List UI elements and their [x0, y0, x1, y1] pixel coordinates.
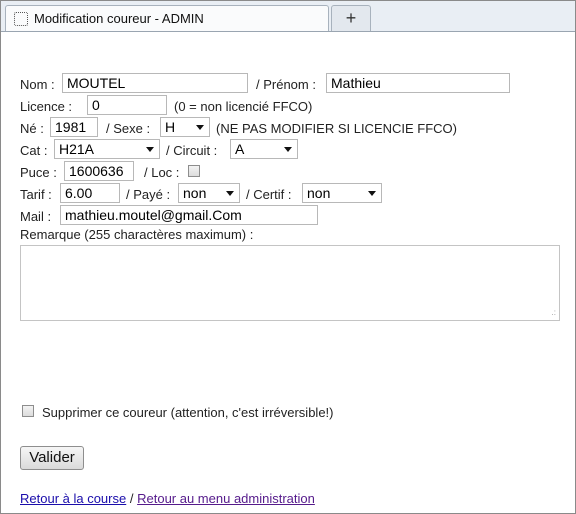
tab-bar: Modification coureur - ADMIN + — [1, 1, 575, 32]
link-separator: / — [129, 491, 134, 506]
row-licence: Licence : (0 = non licencié FFCO) — [20, 95, 560, 117]
loc-label: / Loc : — [144, 165, 180, 180]
paye-select[interactable]: non — [178, 183, 240, 203]
delete-label: Supprimer ce coureur (attention, c'est i… — [42, 405, 334, 420]
prenom-label: / Prénom : — [256, 77, 316, 92]
loc-checkbox[interactable] — [188, 165, 200, 177]
browser-window: Modification coureur - ADMIN + Nom : / P… — [0, 0, 576, 514]
circuit-select[interactable]: A — [230, 139, 298, 159]
puce-input[interactable] — [64, 161, 134, 181]
tarif-input[interactable] — [60, 183, 120, 203]
licence-input[interactable] — [87, 95, 167, 115]
nom-input[interactable] — [62, 73, 248, 93]
licence-note: (0 = non licencié FFCO) — [174, 99, 313, 114]
certif-select[interactable]: non — [302, 183, 382, 203]
submit-button[interactable]: Valider — [20, 446, 84, 470]
new-tab-button[interactable]: + — [331, 5, 371, 31]
licence-label: Licence : — [20, 99, 73, 114]
tab-title: Modification coureur - ADMIN — [34, 11, 204, 26]
remarque-textarea[interactable]: .: — [20, 245, 560, 321]
sexe-select[interactable]: H — [160, 117, 210, 137]
sexe-label: / Sexe : — [106, 121, 151, 136]
sexe-value: H — [165, 119, 176, 135]
row-category: Cat : H21A / Circuit : A — [20, 139, 560, 161]
paye-label: / Payé : — [126, 187, 171, 202]
ne-input[interactable] — [50, 117, 98, 137]
tarif-label: Tarif : — [20, 187, 52, 202]
cat-select[interactable]: H21A — [54, 139, 160, 159]
cat-value: H21A — [59, 141, 95, 157]
back-to-admin-link[interactable]: Retour au menu administration — [137, 491, 315, 506]
chevron-down-icon — [368, 191, 376, 196]
row-fee: Tarif : / Payé : non / Certif : non — [20, 183, 560, 205]
delete-checkbox[interactable] — [22, 405, 34, 417]
row-delete: Supprimer ce coureur (attention, c'est i… — [20, 401, 560, 423]
prenom-input[interactable] — [326, 73, 510, 93]
cat-label: Cat : — [20, 143, 48, 158]
back-to-race-link[interactable]: Retour à la course — [20, 491, 126, 506]
chevron-down-icon — [226, 191, 234, 196]
row-name: Nom : / Prénom : — [20, 73, 560, 95]
chevron-down-icon — [196, 125, 204, 130]
paye-value: non — [183, 185, 207, 201]
chevron-down-icon — [284, 147, 292, 152]
ne-label: Né : — [20, 121, 44, 136]
sexe-note: (NE PAS MODIFIER SI LICENCIE FFCO) — [216, 121, 458, 136]
mail-label: Mail : — [20, 209, 52, 224]
circuit-label: / Circuit : — [166, 143, 218, 158]
row-birth-sex: Né : / Sexe : H (NE PAS MODIFIER SI LICE… — [20, 117, 560, 139]
remarque-label: Remarque (255 charactères maximum) : — [20, 227, 254, 242]
puce-label: Puce : — [20, 165, 57, 180]
certif-value: non — [307, 185, 331, 201]
row-chip: Puce : / Loc : — [20, 161, 560, 183]
row-remark-label: Remarque (255 charactères maximum) : — [20, 223, 560, 245]
page-icon — [14, 12, 28, 26]
nom-label: Nom : — [20, 77, 55, 92]
certif-label: / Certif : — [246, 187, 292, 202]
mail-input[interactable] — [60, 205, 318, 225]
tab-modification-coureur[interactable]: Modification coureur - ADMIN — [5, 5, 329, 31]
resize-grip-icon[interactable]: .: — [552, 309, 556, 317]
circuit-value: A — [235, 141, 245, 157]
footer-links: Retour à la course / Retour au menu admi… — [20, 491, 315, 506]
plus-icon: + — [345, 8, 357, 28]
chevron-down-icon — [146, 147, 154, 152]
